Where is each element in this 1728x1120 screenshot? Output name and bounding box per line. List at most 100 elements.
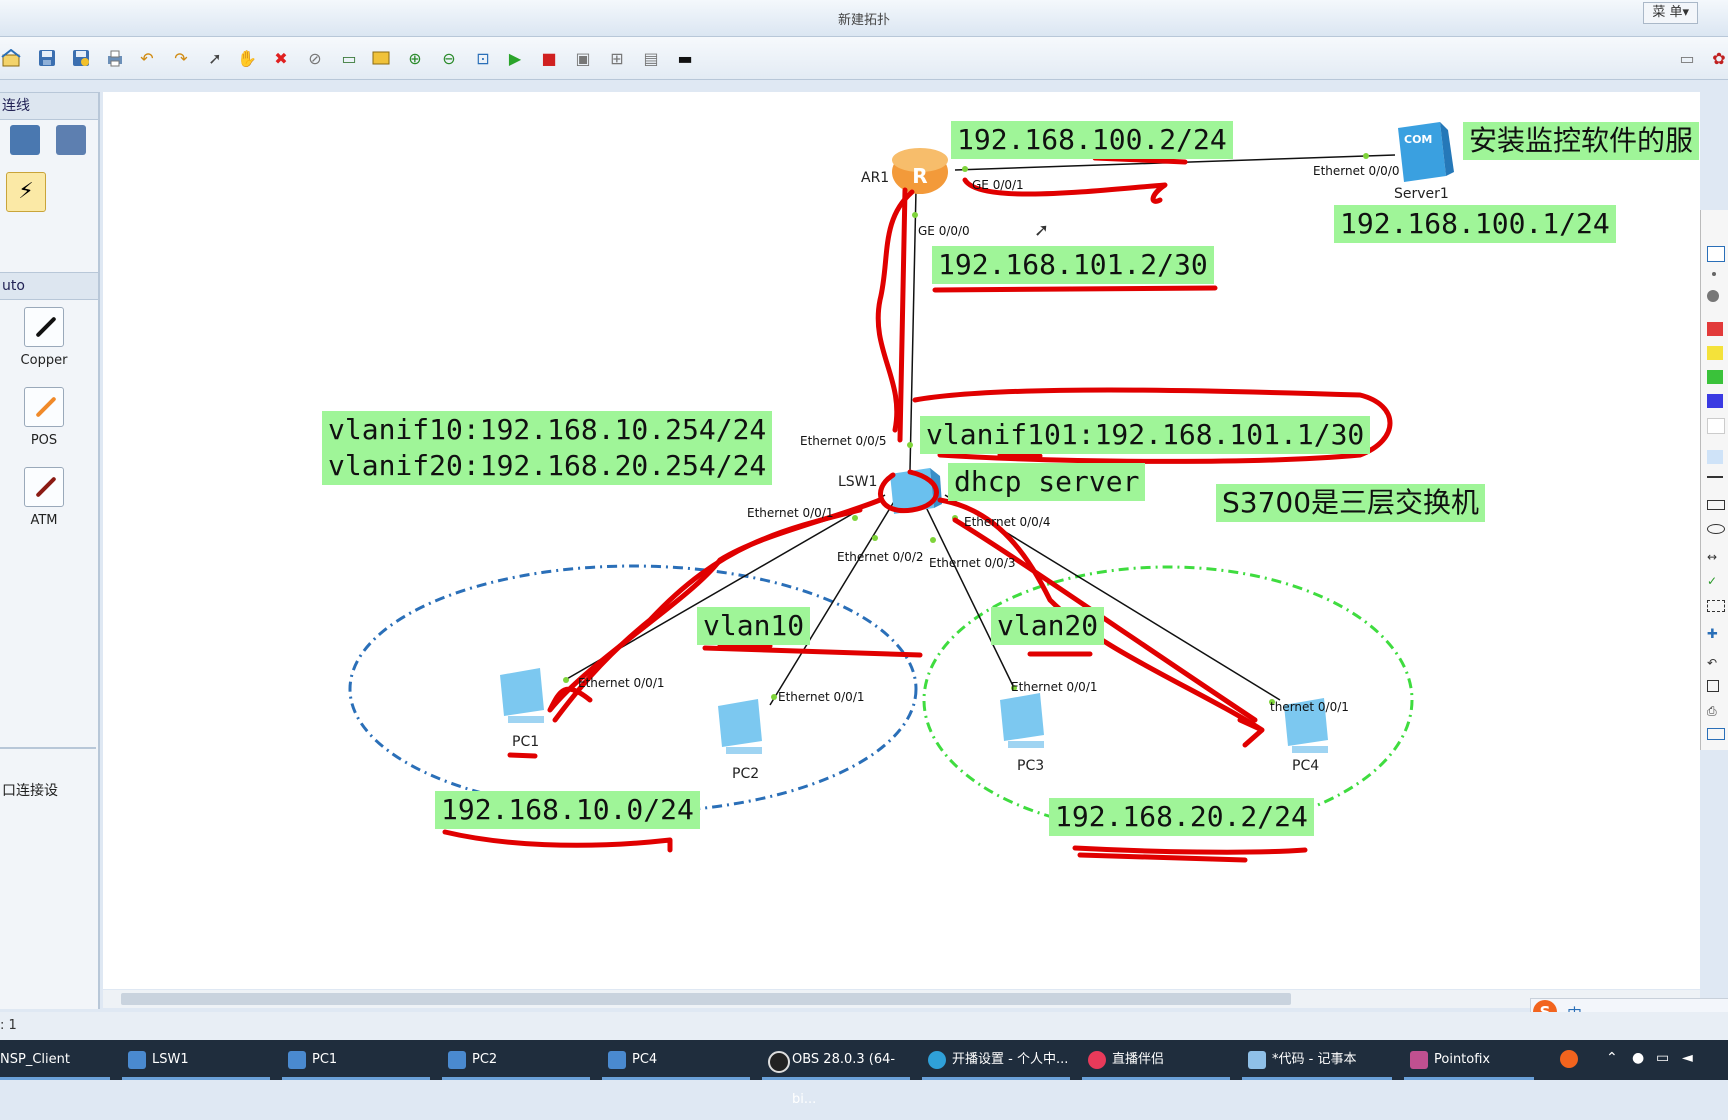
- label-net20: 192.168.20.2/24: [1049, 798, 1314, 836]
- pc4-label: PC4: [1292, 758, 1320, 774]
- pc1-icon: [500, 668, 544, 723]
- task-label: 直播伴侣: [1112, 1052, 1165, 1067]
- horizontal-scrollbar[interactable]: [103, 990, 1700, 1008]
- label-server-note: 安装监控软件的服: [1463, 122, 1700, 160]
- task-obs[interactable]: OBS 28.0.3 (64-bi...: [762, 1040, 910, 1107]
- color-blue-button[interactable]: [1707, 394, 1723, 408]
- svg-text:R: R: [912, 164, 927, 188]
- task-lsw1[interactable]: LSW1: [122, 1040, 270, 1080]
- app-icon: [608, 1051, 626, 1069]
- new-page-icon[interactable]: [1707, 680, 1719, 692]
- port-lsw-eth5: Ethernet 0/0/5: [800, 434, 887, 448]
- port-pc4-eth: thernet 0/0/1: [1270, 700, 1349, 714]
- plus-tool-icon[interactable]: ✚: [1707, 628, 1723, 642]
- link-ar1-lsw1: [909, 189, 917, 471]
- color-green-button[interactable]: [1707, 370, 1723, 384]
- screen-icon[interactable]: [1707, 728, 1725, 740]
- task-label: PC4: [632, 1052, 658, 1067]
- port-ar1-ge001: GE 0/0/1: [972, 178, 1024, 192]
- task-edge[interactable]: 开播设置 - 个人中...: [922, 1040, 1070, 1080]
- task-label: *代码 - 记事本: [1272, 1052, 1357, 1067]
- tray-up-arrow-icon[interactable]: ⌃: [1606, 1050, 1618, 1066]
- color-yellow-button[interactable]: [1707, 346, 1723, 360]
- tray-network-icon[interactable]: ▭: [1656, 1050, 1669, 1066]
- scrollbar-thumb[interactable]: [121, 993, 1291, 1005]
- app-icon: [448, 1051, 466, 1069]
- ellipse-tool-icon[interactable]: [1707, 524, 1725, 534]
- port-pc2-eth: Ethernet 0/0/1: [778, 690, 865, 704]
- port-lsw-eth4: Ethernet 0/0/4: [964, 515, 1051, 529]
- line-tool-icon[interactable]: [1707, 476, 1723, 478]
- ar1-label: AR1: [861, 170, 890, 186]
- port-pc3-eth: Ethernet 0/0/1: [1011, 680, 1098, 694]
- app-icon: [288, 1051, 306, 1069]
- task-pc1[interactable]: PC1: [282, 1040, 430, 1080]
- port-lsw-eth3: Ethernet 0/0/3: [929, 556, 1016, 570]
- pointofix-icon: [1410, 1051, 1428, 1069]
- pc3-label: PC3: [1017, 758, 1045, 774]
- check-tool-icon[interactable]: ✓: [1707, 574, 1723, 588]
- arrow-tool-icon[interactable]: ↔: [1707, 550, 1723, 564]
- tray-volume-icon[interactable]: ◄: [1682, 1050, 1693, 1066]
- label-server-ip: 192.168.100.1/24: [1334, 205, 1616, 243]
- notepad-icon: [1248, 1051, 1266, 1069]
- label-vlan20: vlan20: [991, 607, 1105, 645]
- color-red-button[interactable]: [1707, 322, 1723, 336]
- live-icon: [1088, 1051, 1106, 1069]
- label-vlanif101: vlanif101:192.168.101.1/30: [920, 416, 1371, 454]
- mouse-cursor-icon: ➚: [1034, 220, 1050, 241]
- select-area-icon[interactable]: [1707, 600, 1725, 612]
- port-lsw-eth1: Ethernet 0/0/1: [747, 506, 834, 520]
- label-vlanif10: vlanif10:192.168.10.254/24: [322, 411, 773, 449]
- color-white-button[interactable]: [1707, 418, 1725, 434]
- label-s3700: S3700是三层交换机: [1216, 484, 1486, 522]
- task-label: LSW1: [152, 1052, 189, 1067]
- pc3-icon: [1000, 693, 1044, 748]
- pc2-label: PC2: [732, 766, 760, 782]
- pc2-icon: [718, 699, 762, 754]
- pc1-label: PC1: [512, 734, 540, 750]
- tray-mic-icon[interactable]: ●: [1632, 1050, 1644, 1066]
- task-pointofix[interactable]: Pointofix: [1404, 1040, 1534, 1080]
- tray-sogou-icon[interactable]: [1560, 1050, 1578, 1068]
- server1-icon: [1398, 122, 1454, 182]
- task-pc2[interactable]: PC2: [442, 1040, 590, 1080]
- label-vlanif20: vlanif20:192.168.20.254/24: [322, 447, 773, 485]
- small-dot-icon[interactable]: [1712, 272, 1716, 276]
- label-net10: 192.168.10.0/24: [435, 791, 700, 829]
- port-lsw-eth2: Ethernet 0/0/2: [837, 550, 924, 564]
- task-notepad[interactable]: *代码 - 记事本: [1242, 1040, 1392, 1080]
- port-pc1-eth: Ethernet 0/0/1: [578, 676, 665, 690]
- status-text: : 1: [0, 1018, 17, 1033]
- task-nsp-client[interactable]: NSP_Client: [0, 1040, 110, 1080]
- task-label: PC1: [312, 1052, 338, 1067]
- task-label: Pointofix: [1434, 1052, 1491, 1067]
- port-ar1-ge000: GE 0/0/0: [918, 224, 970, 238]
- router-ar1-icon: R: [892, 148, 948, 194]
- big-dot-icon[interactable]: [1707, 290, 1719, 302]
- port-server-eth: Ethernet 0/0/0: [1313, 164, 1400, 178]
- label-ar1-ge0-ip: 192.168.101.2/30: [932, 246, 1214, 284]
- task-label: 开播设置 - 个人中...: [952, 1052, 1069, 1067]
- freehand-tool-icon[interactable]: [1707, 450, 1723, 464]
- obs-icon: [768, 1051, 790, 1073]
- server1-label: Server1: [1394, 186, 1449, 202]
- label-dhcp: dhcp server: [948, 463, 1146, 501]
- rect-tool-icon[interactable]: [1707, 500, 1725, 510]
- label-vlan10: vlan10: [697, 607, 811, 645]
- edge-icon: [928, 1051, 946, 1069]
- taskbar: NSP_Client LSW1 PC1 PC2 PC4 OBS 28.0.3 (…: [0, 1040, 1728, 1107]
- lsw1-label: LSW1: [838, 474, 878, 490]
- app-icon: [128, 1051, 146, 1069]
- print-draw-icon[interactable]: ⎙: [1707, 704, 1723, 718]
- exit-button[interactable]: [1707, 246, 1725, 262]
- task-label: NSP_Client: [0, 1052, 70, 1067]
- task-label: PC2: [472, 1052, 498, 1067]
- status-bar: : 1: [0, 1012, 1728, 1040]
- pointofix-toolbar: ↔ ✓ ✚ ↶ ⎙: [1700, 210, 1728, 750]
- server-badge: COM: [1404, 133, 1433, 146]
- task-pc4[interactable]: PC4: [602, 1040, 750, 1080]
- label-ar1-ge1-ip: 192.168.100.2/24: [951, 121, 1233, 159]
- task-live-companion[interactable]: 直播伴侣: [1082, 1040, 1230, 1080]
- undo-draw-icon[interactable]: ↶: [1707, 656, 1723, 670]
